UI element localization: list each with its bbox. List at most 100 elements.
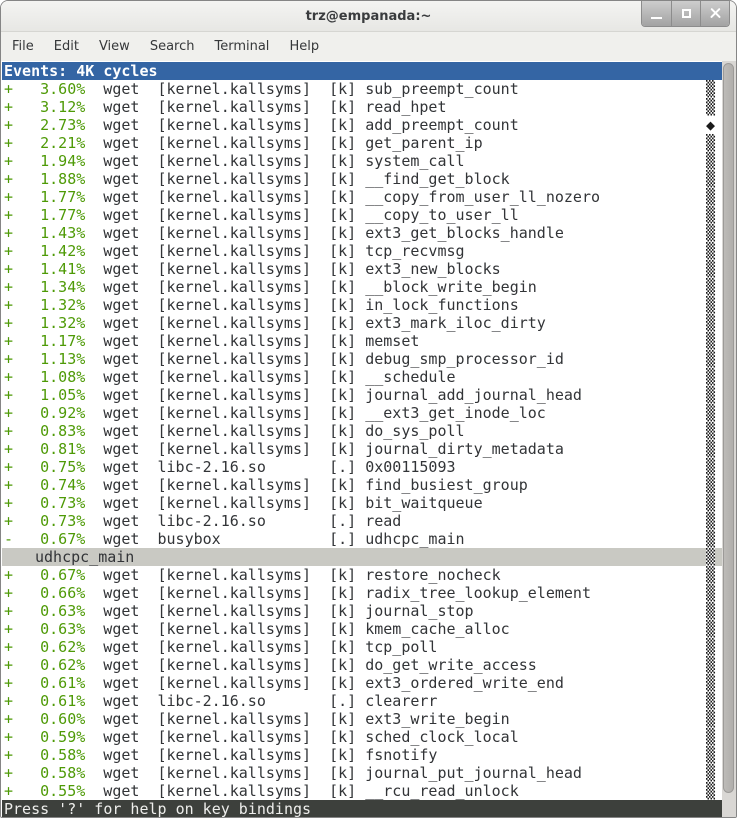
perf-row[interactable]: +0.60% wget [kernel.kallsyms] [k] ext3_w… bbox=[2, 710, 723, 728]
perf-row[interactable]: +1.34% wget [kernel.kallsyms] [k] __bloc… bbox=[2, 278, 723, 296]
row-expand-marker[interactable]: + bbox=[4, 638, 40, 656]
menu-view[interactable]: View bbox=[89, 32, 140, 61]
row-expand-marker[interactable]: + bbox=[4, 152, 40, 170]
menu-help[interactable]: Help bbox=[279, 32, 329, 61]
perf-row[interactable]: +1.88% wget [kernel.kallsyms] [k] __find… bbox=[2, 170, 723, 188]
row-expand-marker[interactable]: + bbox=[4, 440, 40, 458]
row-expand-marker[interactable]: + bbox=[4, 116, 40, 134]
perf-row[interactable]: +1.13% wget [kernel.kallsyms] [k] debug_… bbox=[2, 350, 723, 368]
perf-row[interactable]: +1.43% wget [kernel.kallsyms] [k] ext3_g… bbox=[2, 224, 723, 242]
row-percent: 1.77% bbox=[40, 188, 85, 206]
row-expand-marker[interactable]: + bbox=[4, 782, 40, 800]
callchain-row[interactable]: udhcpc_main▒ bbox=[2, 548, 723, 566]
scroll-track-shade-icon: ▒ bbox=[706, 584, 715, 602]
row-expand-marker[interactable]: + bbox=[4, 404, 40, 422]
perf-row[interactable]: +0.63% wget [kernel.kallsyms] [k] journa… bbox=[2, 602, 723, 620]
perf-row[interactable]: +1.08% wget [kernel.kallsyms] [k] __sche… bbox=[2, 368, 723, 386]
row-expand-marker[interactable]: + bbox=[4, 764, 40, 782]
terminal-scrollbar[interactable] bbox=[722, 61, 736, 818]
perf-row[interactable]: +2.21% wget [kernel.kallsyms] [k] get_pa… bbox=[2, 134, 723, 152]
perf-row[interactable]: +1.32% wget [kernel.kallsyms] [k] ext3_m… bbox=[2, 314, 723, 332]
perf-row[interactable]: +0.73% wget libc-2.16.so [.] read▒ bbox=[2, 512, 723, 530]
perf-row[interactable]: +0.83% wget [kernel.kallsyms] [k] do_sys… bbox=[2, 422, 723, 440]
scroll-track-shade-icon: ▒ bbox=[706, 386, 715, 404]
row-expand-marker[interactable]: + bbox=[4, 692, 40, 710]
row-expand-marker[interactable]: + bbox=[4, 170, 40, 188]
row-expand-marker[interactable]: + bbox=[4, 98, 40, 116]
row-text: wget [kernel.kallsyms] [k] do_sys_poll bbox=[85, 422, 464, 440]
menu-search[interactable]: Search bbox=[140, 32, 205, 61]
menu-file[interactable]: File bbox=[2, 32, 44, 61]
row-expand-marker[interactable]: + bbox=[4, 656, 40, 674]
perf-row[interactable]: +0.62% wget [kernel.kallsyms] [k] do_get… bbox=[2, 656, 723, 674]
row-expand-marker[interactable]: + bbox=[4, 134, 40, 152]
row-expand-marker[interactable]: + bbox=[4, 566, 40, 584]
row-expand-marker[interactable]: + bbox=[4, 620, 40, 638]
row-expand-marker[interactable]: + bbox=[4, 602, 40, 620]
row-expand-marker[interactable]: + bbox=[4, 350, 40, 368]
scrollbar-thumb[interactable] bbox=[723, 63, 734, 793]
perf-row[interactable]: +0.73% wget [kernel.kallsyms] [k] bit_wa… bbox=[2, 494, 723, 512]
maximize-button[interactable] bbox=[671, 1, 700, 27]
perf-row[interactable]: +0.67% wget [kernel.kallsyms] [k] restor… bbox=[2, 566, 723, 584]
perf-row[interactable]: +0.61% wget [kernel.kallsyms] [k] ext3_o… bbox=[2, 674, 723, 692]
perf-row[interactable]: +1.94% wget [kernel.kallsyms] [k] system… bbox=[2, 152, 723, 170]
perf-row[interactable]: +0.61% wget libc-2.16.so [.] clearerr▒ bbox=[2, 692, 723, 710]
row-expand-marker[interactable]: + bbox=[4, 710, 40, 728]
row-expand-marker[interactable]: + bbox=[4, 422, 40, 440]
row-expand-marker[interactable]: + bbox=[4, 458, 40, 476]
row-expand-marker[interactable]: + bbox=[4, 368, 40, 386]
perf-row[interactable]: +0.62% wget [kernel.kallsyms] [k] tcp_po… bbox=[2, 638, 723, 656]
perf-row-list: +3.60% wget [kernel.kallsyms] [k] sub_pr… bbox=[2, 80, 723, 800]
perf-row[interactable]: +0.58% wget [kernel.kallsyms] [k] journa… bbox=[2, 764, 723, 782]
perf-row[interactable]: +0.81% wget [kernel.kallsyms] [k] journa… bbox=[2, 440, 723, 458]
row-expand-marker[interactable]: + bbox=[4, 332, 40, 350]
row-expand-marker[interactable]: - bbox=[4, 530, 40, 548]
row-expand-marker[interactable]: + bbox=[4, 278, 40, 296]
perf-row[interactable]: +0.58% wget [kernel.kallsyms] [k] fsnoti… bbox=[2, 746, 723, 764]
perf-row[interactable]: +1.05% wget [kernel.kallsyms] [k] journa… bbox=[2, 386, 723, 404]
perf-row[interactable]: +1.42% wget [kernel.kallsyms] [k] tcp_re… bbox=[2, 242, 723, 260]
row-text: wget [kernel.kallsyms] [k] read_hpet bbox=[85, 98, 446, 116]
row-expand-marker[interactable]: + bbox=[4, 584, 40, 602]
perf-row[interactable]: -0.67% wget busybox [.] udhcpc_main▒ bbox=[2, 530, 723, 548]
row-expand-marker[interactable]: + bbox=[4, 188, 40, 206]
perf-row[interactable]: +0.63% wget [kernel.kallsyms] [k] kmem_c… bbox=[2, 620, 723, 638]
scroll-track-shade-icon: ▒ bbox=[706, 566, 715, 584]
perf-row[interactable]: +2.73% wget [kernel.kallsyms] [k] add_pr… bbox=[2, 116, 723, 134]
minimize-button[interactable] bbox=[642, 1, 671, 27]
row-expand-marker[interactable]: + bbox=[4, 224, 40, 242]
titlebar[interactable]: trz@empanada:~ bbox=[1, 1, 736, 32]
menu-terminal[interactable]: Terminal bbox=[204, 32, 279, 61]
row-expand-marker[interactable]: + bbox=[4, 728, 40, 746]
row-expand-marker[interactable]: + bbox=[4, 746, 40, 764]
row-expand-marker[interactable]: + bbox=[4, 494, 40, 512]
row-expand-marker[interactable]: + bbox=[4, 260, 40, 278]
row-expand-marker[interactable]: + bbox=[4, 512, 40, 530]
row-expand-marker[interactable]: + bbox=[4, 206, 40, 224]
row-expand-marker[interactable]: + bbox=[4, 476, 40, 494]
perf-row[interactable]: +1.17% wget [kernel.kallsyms] [k] memset… bbox=[2, 332, 723, 350]
row-expand-marker[interactable]: + bbox=[4, 386, 40, 404]
row-expand-marker[interactable]: + bbox=[4, 674, 40, 692]
perf-row[interactable]: +0.74% wget [kernel.kallsyms] [k] find_b… bbox=[2, 476, 723, 494]
row-text: wget [kernel.kallsyms] [k] ext3_write_be… bbox=[85, 710, 509, 728]
row-expand-marker[interactable]: + bbox=[4, 296, 40, 314]
perf-row[interactable]: +0.59% wget [kernel.kallsyms] [k] sched_… bbox=[2, 728, 723, 746]
perf-row[interactable]: +3.12% wget [kernel.kallsyms] [k] read_h… bbox=[2, 98, 723, 116]
row-expand-marker[interactable]: + bbox=[4, 314, 40, 332]
perf-row[interactable]: +1.32% wget [kernel.kallsyms] [k] in_loc… bbox=[2, 296, 723, 314]
close-button[interactable] bbox=[700, 1, 729, 27]
row-expand-marker[interactable]: + bbox=[4, 80, 40, 98]
perf-row[interactable]: +1.77% wget [kernel.kallsyms] [k] __copy… bbox=[2, 188, 723, 206]
perf-row[interactable]: +0.92% wget [kernel.kallsyms] [k] __ext3… bbox=[2, 404, 723, 422]
perf-row[interactable]: +1.41% wget [kernel.kallsyms] [k] ext3_n… bbox=[2, 260, 723, 278]
perf-row[interactable]: +0.55% wget [kernel.kallsyms] [k] __rcu_… bbox=[2, 782, 723, 800]
menu-edit[interactable]: Edit bbox=[44, 32, 89, 61]
perf-row[interactable]: +0.66% wget [kernel.kallsyms] [k] radix_… bbox=[2, 584, 723, 602]
perf-row[interactable]: +0.75% wget libc-2.16.so [.] 0x00115093▒ bbox=[2, 458, 723, 476]
perf-row[interactable]: +1.77% wget [kernel.kallsyms] [k] __copy… bbox=[2, 206, 723, 224]
perf-row[interactable]: +3.60% wget [kernel.kallsyms] [k] sub_pr… bbox=[2, 80, 723, 98]
row-text: wget [kernel.kallsyms] [k] debug_smp_pro… bbox=[85, 350, 564, 368]
row-expand-marker[interactable]: + bbox=[4, 242, 40, 260]
